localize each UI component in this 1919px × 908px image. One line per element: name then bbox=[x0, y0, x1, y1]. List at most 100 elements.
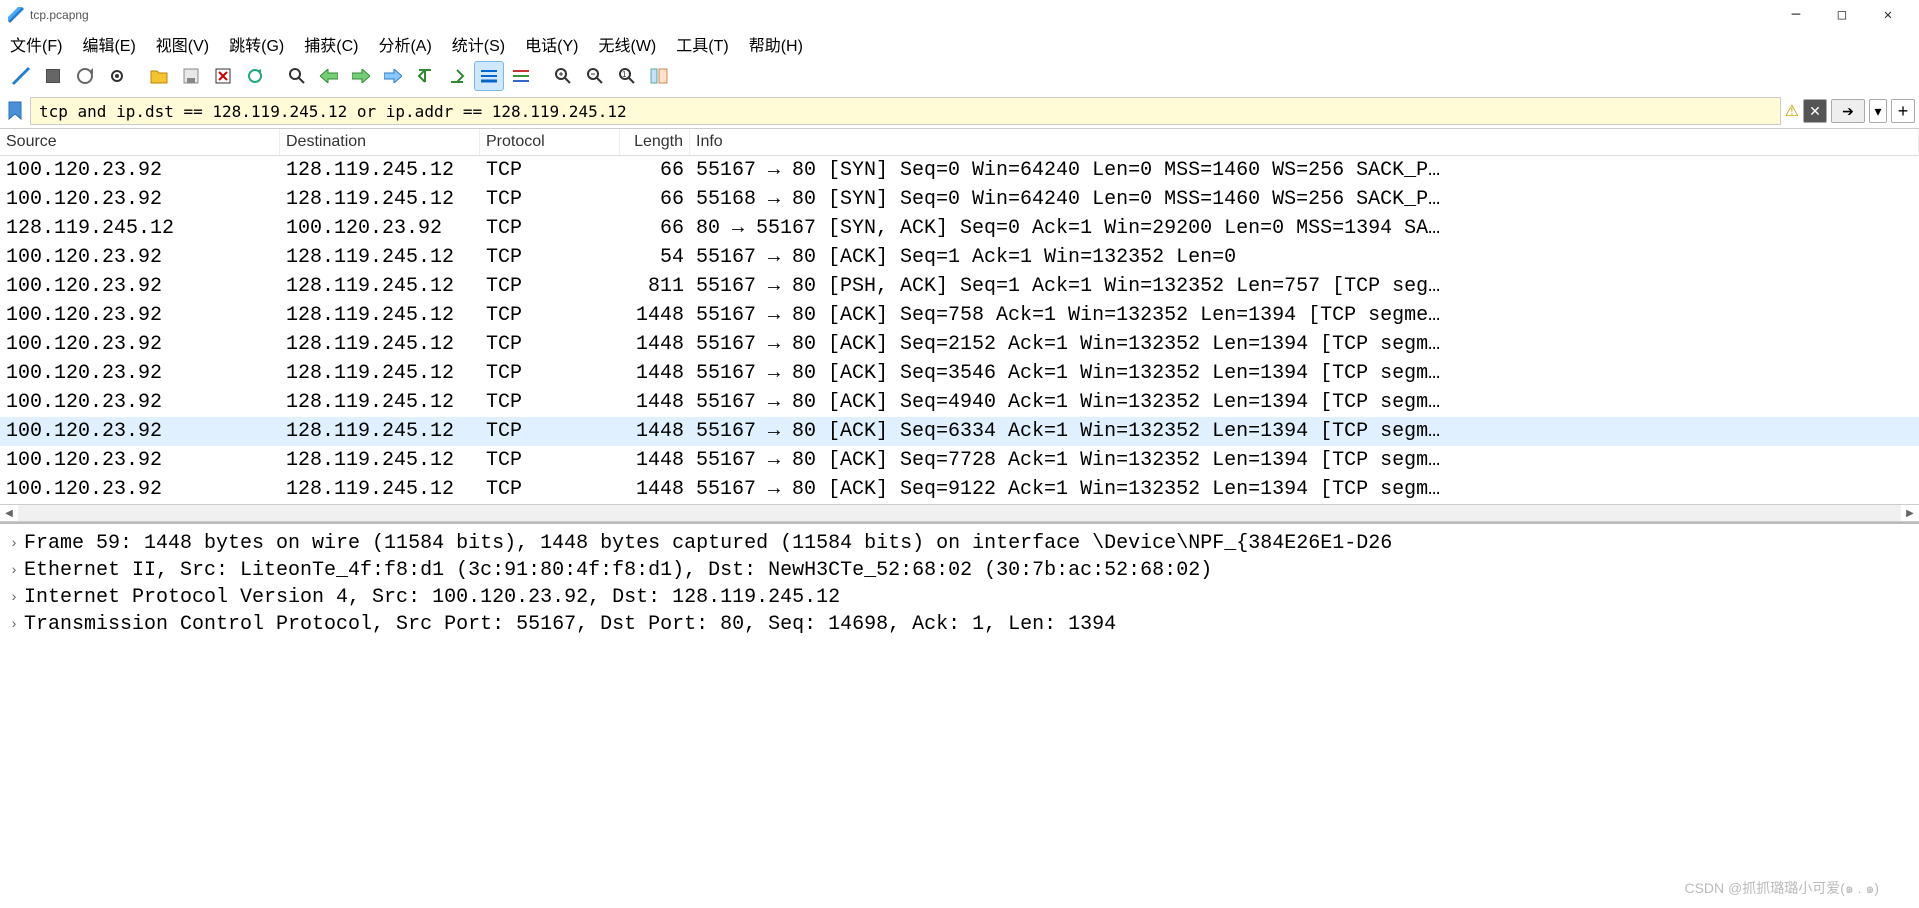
stop-capture-button[interactable] bbox=[38, 61, 68, 91]
cell-info: 55167 → 80 [ACK] Seq=1 Ack=1 Win=132352 … bbox=[690, 246, 1919, 269]
cell-source: 100.120.23.92 bbox=[0, 246, 280, 269]
goto-first-button[interactable] bbox=[410, 61, 440, 91]
cell-length: 811 bbox=[620, 275, 690, 298]
display-filter-input[interactable] bbox=[30, 97, 1781, 125]
cell-source: 100.120.23.92 bbox=[0, 449, 280, 472]
menu-capture[interactable]: 捕获(C) bbox=[304, 32, 358, 56]
find-packet-button[interactable] bbox=[282, 61, 312, 91]
horizontal-scrollbar[interactable]: ◀ ▶ bbox=[0, 504, 1919, 522]
scroll-left-arrow[interactable]: ◀ bbox=[0, 505, 18, 521]
column-header-protocol[interactable]: Protocol bbox=[480, 129, 620, 155]
go-back-button[interactable] bbox=[314, 61, 344, 91]
packet-row[interactable]: 100.120.23.92128.119.245.12TCP144855167 … bbox=[0, 417, 1919, 446]
packet-row[interactable]: 100.120.23.92128.119.245.12TCP144855167 … bbox=[0, 301, 1919, 330]
reload-button[interactable] bbox=[240, 61, 270, 91]
save-file-button[interactable] bbox=[176, 61, 206, 91]
menu-tools[interactable]: 工具(T) bbox=[676, 32, 728, 56]
cell-length: 1448 bbox=[620, 449, 690, 472]
expand-icon[interactable]: › bbox=[4, 617, 24, 633]
apply-filter-button[interactable]: ➔ bbox=[1831, 99, 1865, 123]
cell-info: 80 → 55167 [SYN, ACK] Seq=0 Ack=1 Win=29… bbox=[690, 217, 1919, 240]
start-capture-button[interactable] bbox=[6, 61, 36, 91]
cell-source: 100.120.23.92 bbox=[0, 362, 280, 385]
packet-list-header[interactable]: Source Destination Protocol Length Info bbox=[0, 129, 1919, 156]
menu-view[interactable]: 视图(V) bbox=[156, 32, 209, 56]
menu-bar: 文件(F) 编辑(E) 视图(V) 跳转(G) 捕获(C) 分析(A) 统计(S… bbox=[0, 30, 1919, 58]
cell-info: 55167 → 80 [ACK] Seq=9122 Ack=1 Win=1323… bbox=[690, 478, 1919, 501]
cell-info: 55167 → 80 [ACK] Seq=4940 Ack=1 Win=1323… bbox=[690, 391, 1919, 414]
packet-row[interactable]: 128.119.245.12100.120.23.92TCP6680 → 551… bbox=[0, 214, 1919, 243]
packet-row[interactable]: 100.120.23.92128.119.245.12TCP81155167 →… bbox=[0, 272, 1919, 301]
menu-analyze[interactable]: 分析(A) bbox=[378, 32, 431, 56]
packet-row[interactable]: 100.120.23.92128.119.245.12TCP6655167 → … bbox=[0, 156, 1919, 185]
packet-row[interactable]: 100.120.23.92128.119.245.12TCP6655168 → … bbox=[0, 185, 1919, 214]
cell-protocol: TCP bbox=[480, 333, 620, 356]
column-header-info[interactable]: Info bbox=[690, 129, 1919, 155]
packet-row[interactable]: 100.120.23.92128.119.245.12TCP144855167 … bbox=[0, 330, 1919, 359]
menu-goto[interactable]: 跳转(G) bbox=[229, 32, 284, 56]
resize-columns-button[interactable] bbox=[644, 61, 674, 91]
packet-row[interactable]: 100.120.23.92128.119.245.12TCP5455167 → … bbox=[0, 243, 1919, 272]
detail-text: Transmission Control Protocol, Src Port:… bbox=[24, 613, 1116, 636]
goto-packet-button[interactable] bbox=[378, 61, 408, 91]
packet-row[interactable]: 100.120.23.92128.119.245.12TCP144855167 … bbox=[0, 475, 1919, 504]
cell-source: 100.120.23.92 bbox=[0, 159, 280, 182]
cell-length: 1448 bbox=[620, 391, 690, 414]
packet-row[interactable]: 100.120.23.92128.119.245.12TCP144855167 … bbox=[0, 359, 1919, 388]
minimize-button[interactable]: ─ bbox=[1773, 0, 1819, 30]
add-filter-button[interactable]: + bbox=[1891, 99, 1915, 123]
title-bar: tcp.pcapng ─ □ ✕ bbox=[0, 0, 1919, 30]
warning-icon: ⚠ bbox=[1785, 101, 1799, 121]
zoom-reset-button[interactable]: 1 bbox=[612, 61, 642, 91]
cell-source: 100.120.23.92 bbox=[0, 333, 280, 356]
zoom-out-button[interactable] bbox=[580, 61, 610, 91]
menu-file[interactable]: 文件(F) bbox=[10, 32, 62, 56]
packet-row[interactable]: 100.120.23.92128.119.245.12TCP144855167 … bbox=[0, 388, 1919, 417]
menu-telephony[interactable]: 电话(Y) bbox=[525, 32, 578, 56]
auto-scroll-button[interactable] bbox=[474, 61, 504, 91]
menu-help[interactable]: 帮助(H) bbox=[749, 32, 803, 56]
column-header-length[interactable]: Length bbox=[620, 129, 690, 155]
filter-bookmark-button[interactable] bbox=[4, 98, 26, 124]
cell-info: 55167 → 80 [ACK] Seq=2152 Ack=1 Win=1323… bbox=[690, 333, 1919, 356]
maximize-button[interactable]: □ bbox=[1819, 0, 1865, 30]
detail-row[interactable]: ›Frame 59: 1448 bytes on wire (11584 bit… bbox=[4, 530, 1915, 557]
cell-protocol: TCP bbox=[480, 304, 620, 327]
cell-length: 1448 bbox=[620, 304, 690, 327]
cell-protocol: TCP bbox=[480, 275, 620, 298]
cell-protocol: TCP bbox=[480, 246, 620, 269]
capture-options-button[interactable] bbox=[102, 61, 132, 91]
menu-wireless[interactable]: 无线(W) bbox=[598, 32, 656, 56]
open-file-button[interactable] bbox=[144, 61, 174, 91]
packet-row[interactable]: 100.120.23.92128.119.245.12TCP144855167 … bbox=[0, 446, 1919, 475]
cell-length: 1448 bbox=[620, 362, 690, 385]
expand-icon[interactable]: › bbox=[4, 536, 24, 552]
packet-rows: 100.120.23.92128.119.245.12TCP6655167 → … bbox=[0, 156, 1919, 504]
close-button[interactable]: ✕ bbox=[1865, 0, 1911, 30]
watermark-text: CSDN @抓抓璐璐小可爱(๑ . ๑) bbox=[1684, 878, 1879, 900]
column-header-source[interactable]: Source bbox=[0, 129, 280, 155]
detail-row[interactable]: ›Ethernet II, Src: LiteonTe_4f:f8:d1 (3c… bbox=[4, 557, 1915, 584]
column-header-destination[interactable]: Destination bbox=[280, 129, 480, 155]
cell-length: 66 bbox=[620, 188, 690, 211]
expand-icon[interactable]: › bbox=[4, 590, 24, 606]
scroll-track[interactable] bbox=[18, 505, 1901, 521]
detail-row[interactable]: ›Internet Protocol Version 4, Src: 100.1… bbox=[4, 584, 1915, 611]
restart-capture-button[interactable] bbox=[70, 61, 100, 91]
filter-history-button[interactable]: ▾ bbox=[1869, 99, 1887, 123]
colorize-button[interactable] bbox=[506, 61, 536, 91]
go-forward-button[interactable] bbox=[346, 61, 376, 91]
close-file-button[interactable] bbox=[208, 61, 238, 91]
menu-stats[interactable]: 统计(S) bbox=[452, 32, 505, 56]
clear-filter-button[interactable]: ✕ bbox=[1803, 99, 1827, 123]
cell-info: 55167 → 80 [PSH, ACK] Seq=1 Ack=1 Win=13… bbox=[690, 275, 1919, 298]
menu-edit[interactable]: 编辑(E) bbox=[82, 32, 135, 56]
detail-row[interactable]: ›Transmission Control Protocol, Src Port… bbox=[4, 611, 1915, 638]
cell-info: 55167 → 80 [ACK] Seq=6334 Ack=1 Win=1323… bbox=[690, 420, 1919, 443]
cell-destination: 128.119.245.12 bbox=[280, 362, 480, 385]
scroll-right-arrow[interactable]: ▶ bbox=[1901, 505, 1919, 521]
cell-destination: 128.119.245.12 bbox=[280, 449, 480, 472]
goto-last-button[interactable] bbox=[442, 61, 472, 91]
zoom-in-button[interactable] bbox=[548, 61, 578, 91]
expand-icon[interactable]: › bbox=[4, 563, 24, 579]
